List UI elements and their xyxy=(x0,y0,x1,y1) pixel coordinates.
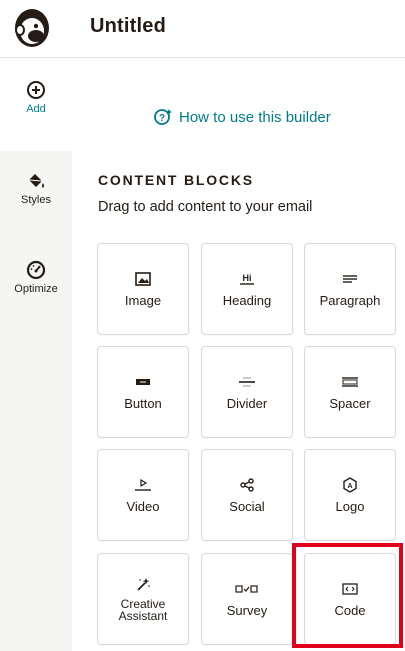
app-header: Untitled xyxy=(0,0,405,58)
page-title: Untitled xyxy=(90,15,167,37)
left-rail: Add Styles Optimize xyxy=(0,59,72,651)
block-video[interactable]: Video xyxy=(97,449,189,541)
rail-item-label: Add xyxy=(26,103,46,115)
mailchimp-logo-icon[interactable] xyxy=(10,6,54,52)
svg-text:?: ? xyxy=(159,113,165,124)
logo-glyph: A xyxy=(347,483,352,490)
spacer-icon xyxy=(342,377,358,387)
how-to-use-label: How to use this builder xyxy=(179,108,331,126)
block-label: Video xyxy=(126,499,160,514)
rail-item-optimize[interactable]: Optimize xyxy=(0,256,72,316)
block-button[interactable]: Button xyxy=(97,346,189,438)
block-heading[interactable]: Hi Heading xyxy=(201,243,293,335)
rail-item-label: Styles xyxy=(21,194,51,206)
rail-item-label: Optimize xyxy=(14,283,58,295)
block-label: Divider xyxy=(226,396,268,411)
gauge-icon xyxy=(26,260,46,280)
block-label: Survey xyxy=(226,603,268,618)
button-icon xyxy=(136,379,150,385)
heading-glyph: Hi xyxy=(243,273,252,283)
plus-circle-icon xyxy=(27,81,45,99)
block-survey[interactable]: Survey xyxy=(201,553,293,645)
block-divider[interactable]: Divider xyxy=(201,346,293,438)
image-icon xyxy=(135,272,151,286)
block-image[interactable]: Image xyxy=(97,243,189,335)
block-label: Social xyxy=(229,499,265,514)
block-label: Spacer xyxy=(329,396,371,411)
content-blocks-heading: CONTENT BLOCKS xyxy=(98,172,254,188)
code-icon xyxy=(342,583,358,595)
content-blocks-subheading: Drag to add content to your email xyxy=(98,199,313,215)
block-creative-assistant[interactable]: Creative Assistant xyxy=(97,553,189,645)
block-social[interactable]: Social xyxy=(201,449,293,541)
block-label: Image xyxy=(124,293,162,308)
block-label: Code xyxy=(334,603,366,618)
magic-wand-icon xyxy=(137,578,150,591)
block-label: Button xyxy=(124,396,162,411)
block-label: Paragraph xyxy=(319,293,381,308)
paint-bucket-icon xyxy=(28,174,44,188)
block-label: Creative Assistant xyxy=(118,597,168,623)
paragraph-icon xyxy=(343,275,357,283)
rail-item-add[interactable]: Add xyxy=(0,59,72,151)
heading-icon: Hi xyxy=(240,273,254,285)
share-icon xyxy=(240,478,254,492)
block-spacer[interactable]: Spacer xyxy=(304,346,396,438)
block-label: Logo xyxy=(335,499,365,514)
block-label: Heading xyxy=(222,293,272,308)
rail-item-styles[interactable]: Styles xyxy=(0,167,72,227)
video-icon xyxy=(135,478,151,491)
block-paragraph[interactable]: Paragraph xyxy=(304,243,396,335)
block-code[interactable]: Code xyxy=(304,553,396,645)
block-logo[interactable]: A Logo xyxy=(304,449,396,541)
sparkle-question-icon: ? xyxy=(154,109,172,125)
divider-icon xyxy=(239,377,255,387)
logo-hexagon-icon: A xyxy=(343,477,357,493)
how-to-use-link[interactable]: ? How to use this builder xyxy=(153,107,331,127)
survey-icon xyxy=(235,585,258,593)
